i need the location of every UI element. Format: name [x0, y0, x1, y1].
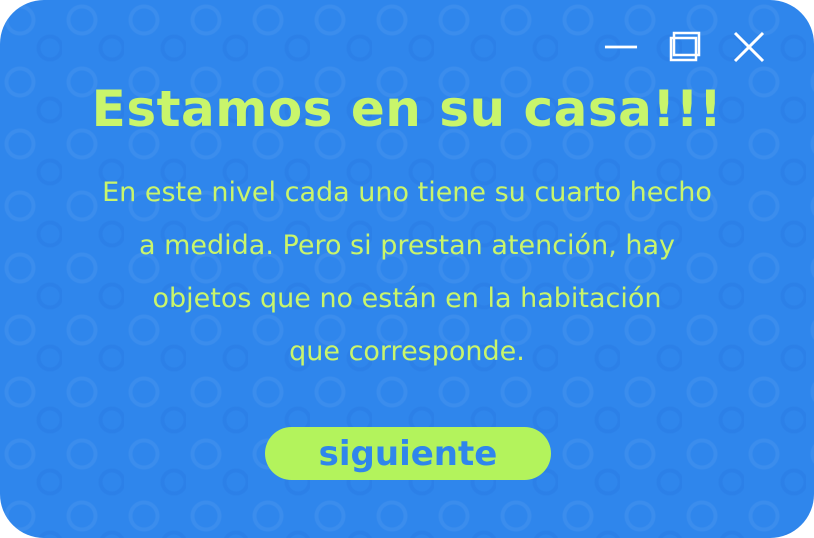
- message-line: objetos que no están en la habitación: [152, 283, 662, 314]
- next-button[interactable]: siguiente: [265, 427, 551, 480]
- close-icon[interactable]: [732, 30, 766, 64]
- message-line: que corresponde.: [289, 336, 525, 367]
- maximize-icon[interactable]: [668, 30, 702, 64]
- message-line: En este nivel cada uno tiene su cuarto h…: [102, 177, 712, 208]
- minimize-icon[interactable]: [604, 30, 638, 64]
- dialog-title: Estamos en su casa!!!: [91, 80, 723, 138]
- message-line: a medida. Pero si prestan atención, hay: [138, 230, 675, 261]
- dialog-window: Estamos en su casa!!! En este nivel cada…: [0, 0, 814, 538]
- dialog-message: En este nivel cada uno tiene su cuarto h…: [30, 166, 784, 378]
- window-controls: [604, 30, 766, 64]
